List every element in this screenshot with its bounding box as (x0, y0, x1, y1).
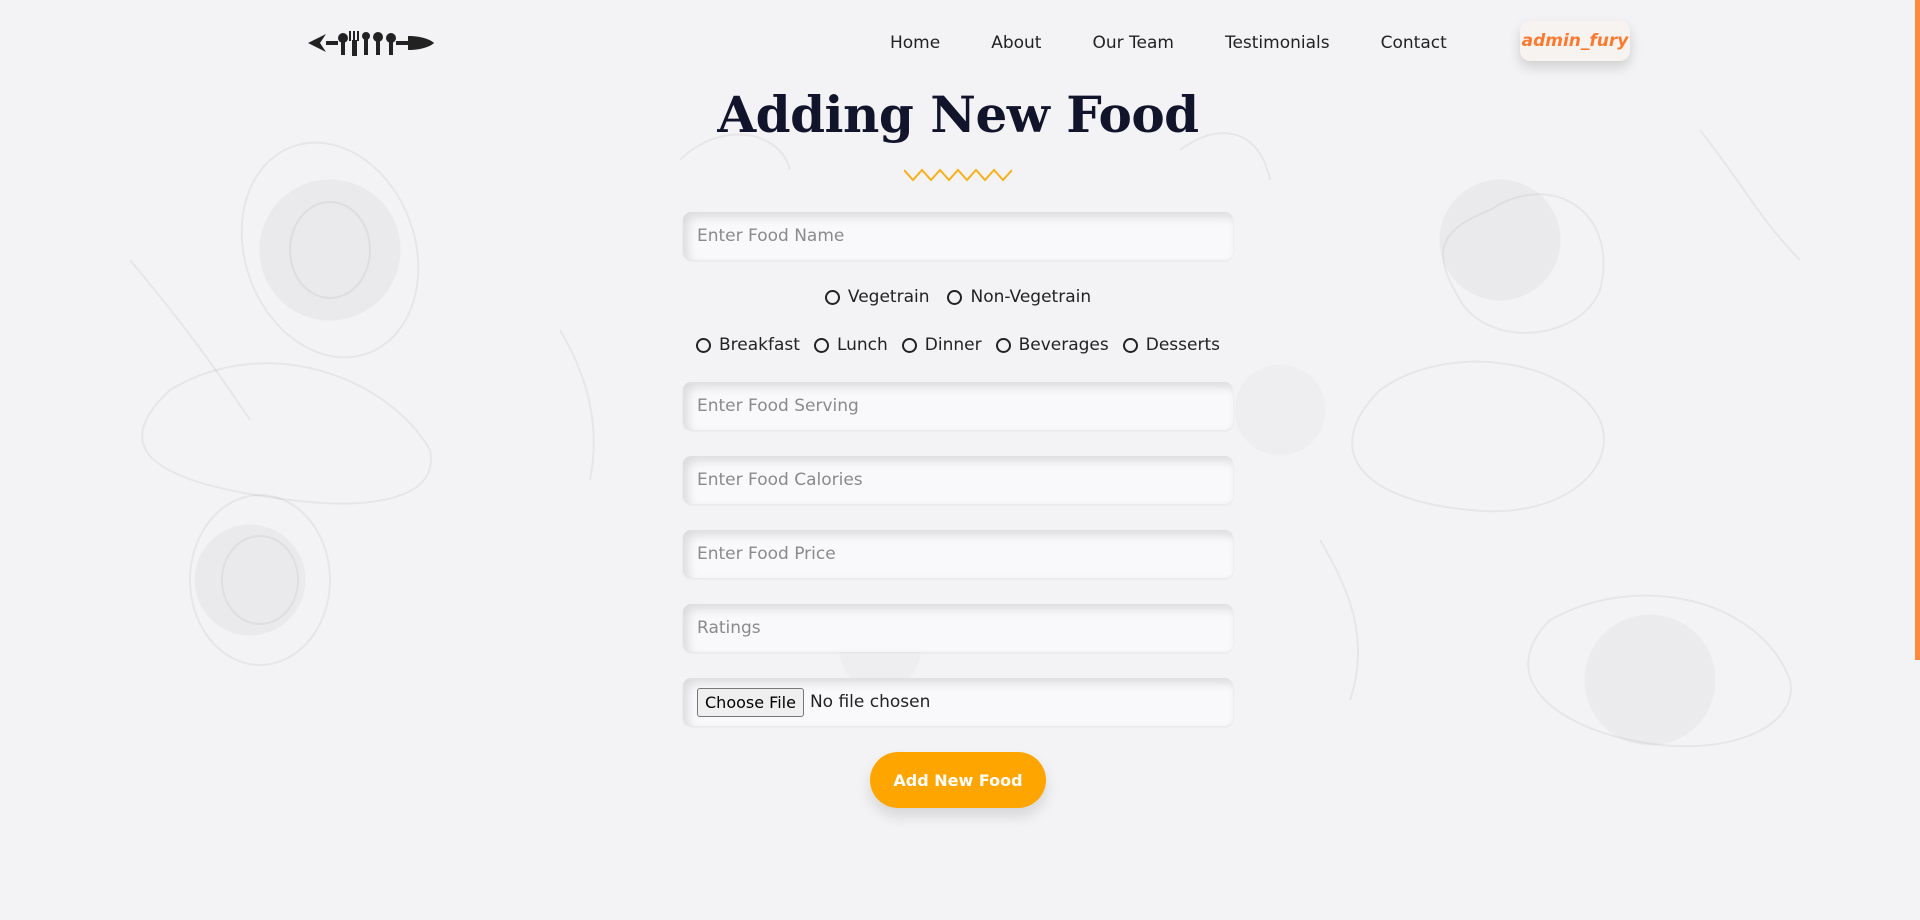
nav-about-link[interactable]: About (991, 33, 1041, 53)
lunch-label: Lunch (836, 335, 888, 355)
radio-circle-icon[interactable] (696, 337, 711, 353)
page: Home About Our Team Testimonials Contact… (0, 0, 1920, 920)
dinner-label: Dinner (924, 335, 982, 355)
food-price-input[interactable] (683, 530, 1233, 578)
lunch-radio[interactable]: Lunch (813, 335, 888, 355)
breakfast-label: Breakfast (719, 335, 800, 355)
choose-file-button[interactable]: Choose File (697, 687, 804, 717)
nav-our-team-link[interactable]: Our Team (1092, 33, 1173, 53)
user-badge[interactable]: admin_fury (1520, 21, 1630, 61)
beverages-label: Beverages (1018, 335, 1109, 355)
radio-circle-icon[interactable] (995, 337, 1011, 353)
nav-home-link[interactable]: Home (890, 33, 940, 53)
radio-circle-icon[interactable] (947, 289, 963, 305)
food-name-input[interactable] (683, 212, 1233, 260)
ratings-input[interactable] (683, 604, 1233, 652)
nav-contact-link[interactable]: Contact (1381, 33, 1447, 53)
radio-circle-icon[interactable] (901, 337, 917, 353)
non-vegetarian-label: Non-Vegetrain (970, 287, 1092, 307)
radio-circle-icon[interactable] (824, 289, 840, 305)
scroll-accent (1915, 0, 1920, 660)
zigzag-divider-icon (904, 168, 1012, 182)
vegetarian-label: Vegetrain (847, 287, 930, 307)
food-calories-input[interactable] (683, 456, 1233, 504)
desserts-radio[interactable]: Desserts (1122, 335, 1220, 355)
non-vegetarian-radio[interactable]: Non-Vegetrain (947, 287, 1091, 307)
meal-radio-group: Breakfast Lunch Dinner Beverages Dessert… (683, 335, 1233, 355)
utensils-logo-icon[interactable] (308, 28, 434, 58)
main-nav: Home About Our Team Testimonials Contact (890, 33, 1447, 53)
file-status-text: No file chosen (809, 692, 931, 712)
radio-circle-icon[interactable] (813, 337, 829, 353)
diet-radio-group: Vegetrain Non-Vegetrain (683, 287, 1233, 307)
nav-testimonials-link[interactable]: Testimonials (1225, 33, 1330, 53)
vegetarian-radio[interactable]: Vegetrain (824, 287, 930, 307)
breakfast-radio[interactable]: Breakfast (696, 335, 800, 355)
beverages-radio[interactable]: Beverages (995, 335, 1109, 355)
radio-circle-icon[interactable] (1122, 337, 1138, 353)
dinner-radio[interactable]: Dinner (901, 335, 982, 355)
food-serving-input[interactable] (683, 382, 1233, 430)
desserts-label: Desserts (1145, 335, 1220, 355)
image-file-input[interactable]: Choose File No file chosen (683, 678, 1233, 726)
add-new-food-button[interactable]: Add New Food (870, 752, 1046, 808)
page-title: Adding New Food (717, 85, 1199, 144)
